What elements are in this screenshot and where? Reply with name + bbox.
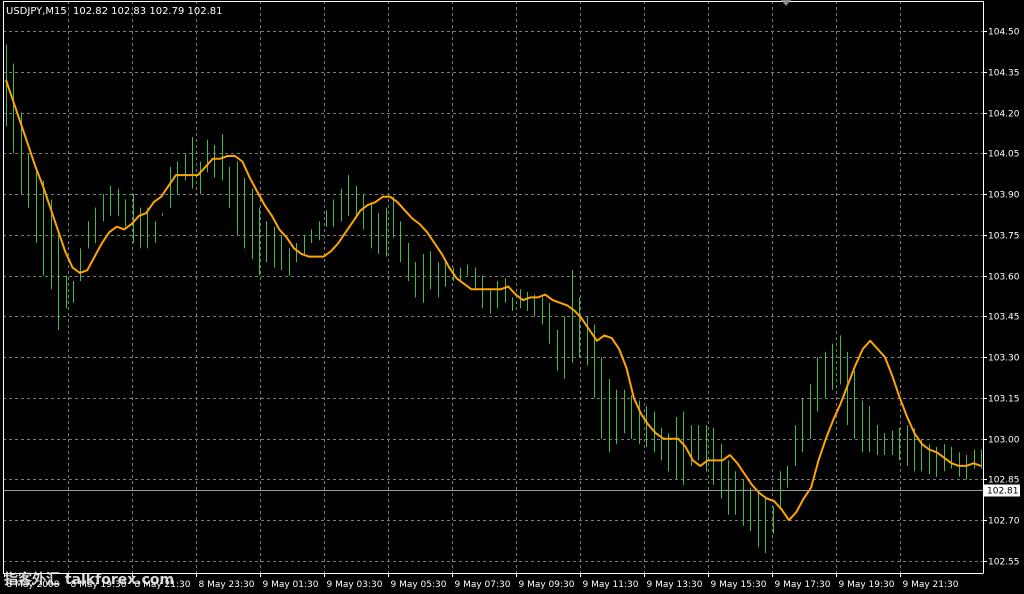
- y-tick-label: 102.85: [988, 476, 1020, 486]
- x-tick-label: 9 May 01:30: [263, 580, 319, 590]
- y-tick-label: 103.90: [988, 191, 1020, 201]
- x-tick-label: 9 May 13:30: [647, 580, 703, 590]
- x-tick-label: 9 May 05:30: [391, 580, 447, 590]
- y-tick-label: 103.60: [988, 273, 1020, 283]
- y-tick-label: 102.70: [988, 517, 1020, 527]
- chart-window: 102.81 104.50 104.35 104.20 104.05 103.90 103…: [0, 0, 1024, 594]
- x-tick-label: 9 May 21:30: [903, 580, 959, 590]
- y-tick-label: 103.15: [988, 395, 1020, 405]
- watermark: 指客外汇 talkforex.com: [4, 571, 174, 588]
- x-tick-label: 9 May 15:30: [711, 580, 767, 590]
- x-tick-label: 9 May 07:30: [455, 580, 511, 590]
- y-tick-label: 103.30: [988, 354, 1020, 364]
- y-tick-label: 103.45: [988, 313, 1020, 323]
- x-tick-label: 9 May 11:30: [583, 580, 639, 590]
- y-tick-label: 104.50: [988, 28, 1020, 38]
- x-tick-label: 9 May 19:30: [839, 580, 895, 590]
- chart-background: [0, 0, 1024, 594]
- y-tick-label: 103.00: [988, 436, 1020, 446]
- x-tick-label: 8 May 23:30: [199, 580, 255, 590]
- price-chart: 102.81 104.50 104.35 104.20 104.05 103.90 103…: [0, 0, 1024, 594]
- y-tick-label: 104.35: [988, 69, 1020, 79]
- y-tick-label: 104.05: [988, 150, 1020, 160]
- x-tick-label: 9 May 17:30: [775, 580, 831, 590]
- y-tick-label: 102.55: [988, 558, 1020, 568]
- y-tick-label: 104.20: [988, 110, 1020, 120]
- y-tick-label: 103.75: [988, 232, 1020, 242]
- x-tick-label: 9 May 09:30: [519, 580, 575, 590]
- chart-symbol: USDJPY,M15: [6, 6, 67, 17]
- chart-ohlc: 102.82 102.83 102.79 102.81: [73, 6, 223, 17]
- x-tick-label: 9 May 03:30: [327, 580, 383, 590]
- current-price-label: 102.81: [987, 487, 1019, 497]
